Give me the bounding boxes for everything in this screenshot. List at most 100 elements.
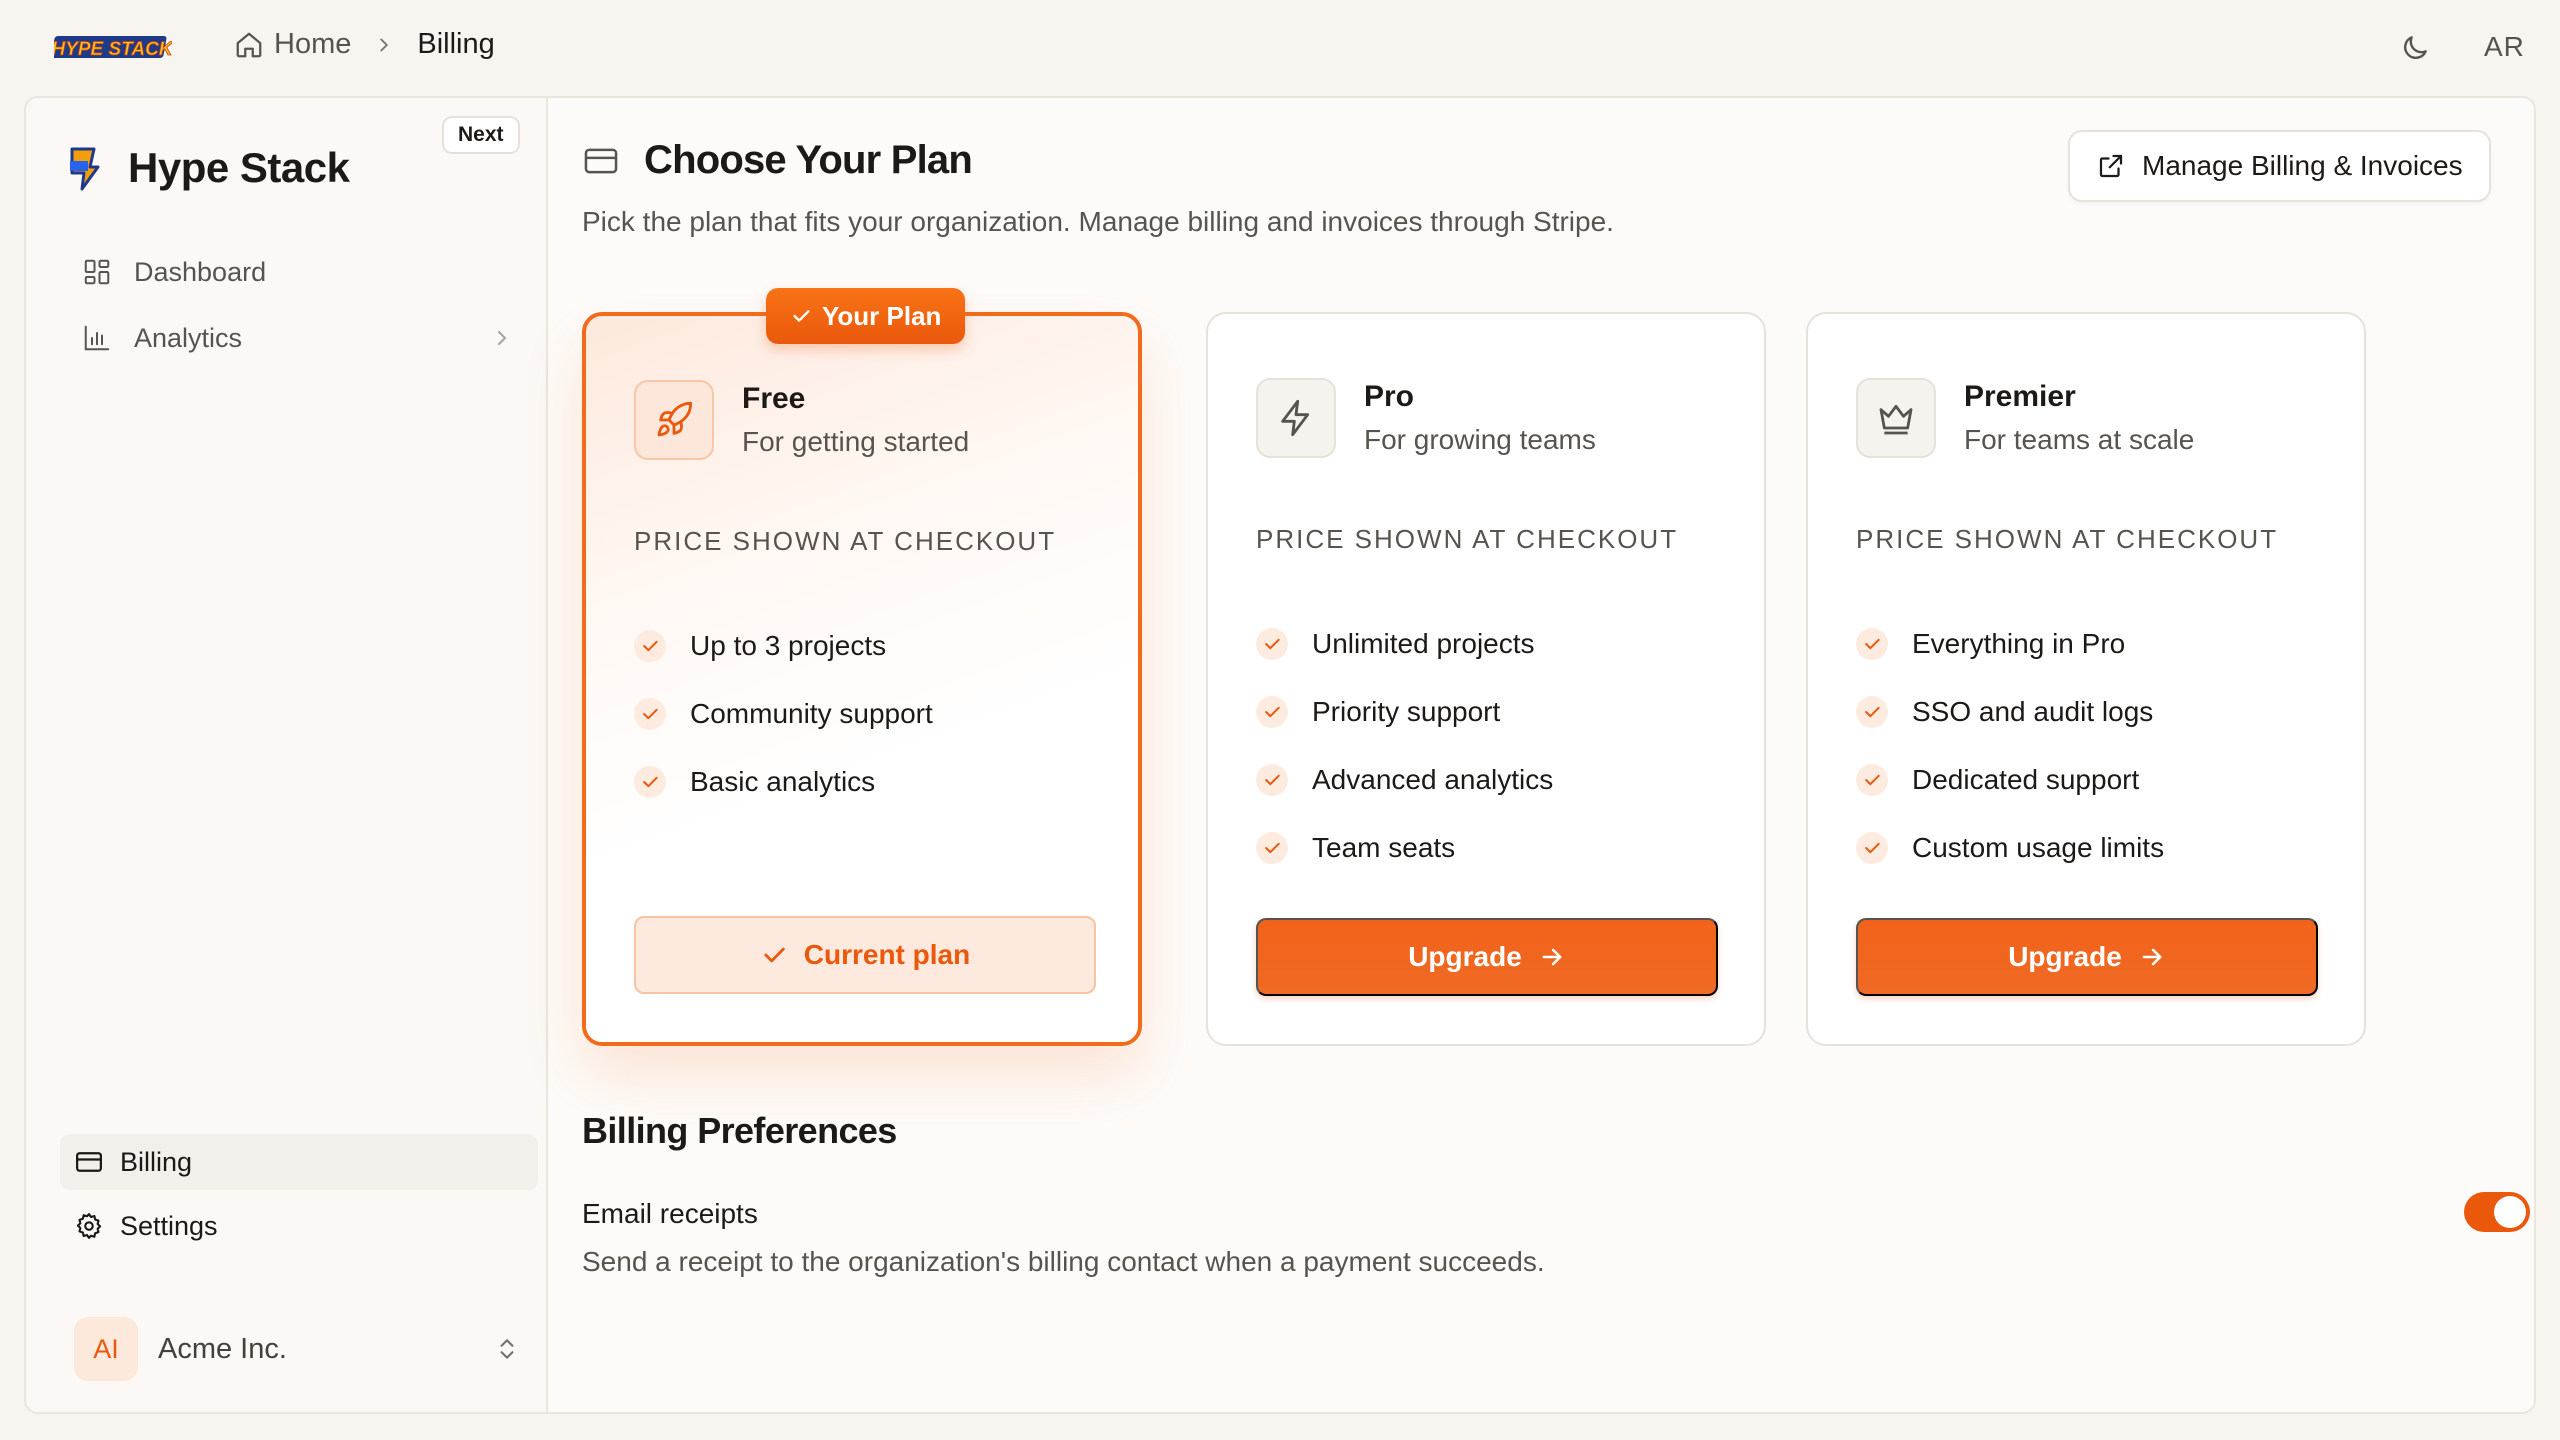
- plan-card-pro: Pro For growing teams PRICE SHOWN AT CHE…: [1206, 312, 1766, 1046]
- plan-name: Pro: [1364, 380, 1415, 413]
- feature-label: Community support: [690, 698, 933, 729]
- sidebar-item-label: Dashboard: [134, 256, 267, 287]
- check-icon: [793, 310, 810, 322]
- feature-list: Unlimited projects Priority support Adva…: [1256, 610, 1553, 882]
- sidebar-item-dashboard[interactable]: Dashboard: [82, 244, 522, 300]
- plan-tagline: For getting started: [742, 426, 970, 457]
- main-content: Choose Your Plan Pick the plan that fits…: [582, 98, 2530, 1412]
- plan-price: PRICE SHOWN AT CHECKOUT: [634, 526, 1057, 556]
- arrow-right-icon: [1542, 948, 1562, 966]
- page-title: Choose Your Plan: [644, 138, 973, 182]
- breadcrumb-home[interactable]: Home: [234, 28, 351, 61]
- theme-toggle-button[interactable]: [2395, 28, 2435, 68]
- plan-tagline: For teams at scale: [1964, 424, 2195, 455]
- org-switcher[interactable]: AI Acme Inc.: [74, 1316, 524, 1382]
- check-icon: [1256, 832, 1288, 864]
- check-icon: [634, 698, 666, 730]
- feature-item: Community support: [634, 680, 933, 748]
- plan-tagline: For growing teams: [1364, 424, 1596, 455]
- breadcrumb-current: Billing: [417, 28, 495, 60]
- plan-card-premier: Premier For teams at scale PRICE SHOWN A…: [1806, 312, 2366, 1046]
- feature-label: Unlimited projects: [1312, 628, 1535, 659]
- brand-name: Hype Stack: [128, 144, 350, 191]
- your-plan-badge: Your Plan: [766, 288, 966, 344]
- feature-list: Up to 3 projects Community support Basic…: [634, 612, 933, 816]
- check-icon: [1856, 764, 1888, 796]
- feature-list: Everything in Pro SSO and audit logs Ded…: [1856, 610, 2164, 882]
- check-icon: [764, 947, 785, 963]
- sidebar-item-label: Analytics: [134, 322, 243, 353]
- hype-stack-logo[interactable]: HYPE STACK: [54, 30, 172, 64]
- feature-label: Everything in Pro: [1912, 628, 2126, 659]
- email-receipts-label: Email receipts: [582, 1198, 758, 1229]
- plan-price: PRICE SHOWN AT CHECKOUT: [1256, 524, 1679, 554]
- sidebar-item-label: Billing: [120, 1146, 193, 1177]
- manage-billing-label: Manage Billing & Invoices: [2142, 150, 2463, 181]
- credit-card-icon: [584, 148, 618, 173]
- org-name: Acme Inc.: [158, 1332, 287, 1365]
- external-link-icon: [2099, 154, 2123, 178]
- org-avatar: AI: [74, 1317, 138, 1381]
- plan-header: Free For getting started: [634, 380, 969, 460]
- plan-price: PRICE SHOWN AT CHECKOUT: [1856, 524, 2279, 554]
- breadcrumb: Home Billing: [234, 28, 495, 61]
- sidebar: Hype Stack Next Dashboard Analytics Bill…: [26, 98, 548, 1412]
- dashboard-icon: [84, 259, 110, 285]
- toggle-knob: [2494, 1196, 2526, 1228]
- sidebar-item-label: Settings: [120, 1210, 218, 1241]
- page-subtitle: Pick the plan that fits your organizatio…: [582, 206, 1614, 237]
- moon-icon: [2404, 36, 2427, 59]
- sidebar-item-settings[interactable]: Settings: [60, 1198, 538, 1254]
- sidebar-nav-top: Dashboard Analytics: [82, 244, 522, 376]
- rocket-icon: [634, 380, 714, 460]
- plan-name: Premier: [1964, 380, 2076, 413]
- feature-item: Dedicated support: [1856, 746, 2164, 814]
- check-icon: [634, 630, 666, 662]
- page-header: Choose Your Plan: [582, 138, 973, 183]
- feature-item: Up to 3 projects: [634, 612, 933, 680]
- plan-name: Free: [742, 382, 806, 415]
- email-receipts-toggle[interactable]: [2464, 1192, 2530, 1232]
- sidebar-item-billing[interactable]: Billing: [60, 1134, 538, 1190]
- your-plan-badge-label: Your Plan: [822, 300, 942, 331]
- check-icon: [634, 766, 666, 798]
- plan-header: Pro For growing teams: [1256, 378, 1596, 458]
- hype-stack-brand-icon: [70, 147, 100, 191]
- top-bar: HYPE STACK Home Billing AR: [0, 0, 2560, 96]
- feature-item: Custom usage limits: [1856, 814, 2164, 882]
- plan-card-free: Your Plan Free For getting started PRICE…: [582, 288, 1142, 1046]
- manage-billing-button[interactable]: Manage Billing & Invoices: [2068, 130, 2491, 202]
- sidebar-item-analytics[interactable]: Analytics: [82, 310, 522, 366]
- feature-label: Basic analytics: [690, 766, 876, 797]
- feature-label: SSO and audit logs: [1912, 696, 2154, 727]
- plan-header: Premier For teams at scale: [1856, 378, 2194, 458]
- bar-chart-icon: [84, 325, 110, 351]
- upgrade-label: Upgrade: [1408, 941, 1522, 972]
- gear-icon: [76, 1213, 102, 1239]
- feature-item: Basic analytics: [634, 748, 933, 816]
- breadcrumb-home-label: Home: [274, 28, 352, 60]
- check-icon: [1856, 628, 1888, 660]
- current-plan-label: Current plan: [803, 939, 971, 970]
- lightning-icon: [1256, 378, 1336, 458]
- user-avatar[interactable]: AR: [2484, 31, 2525, 63]
- feature-item: Unlimited projects: [1256, 610, 1553, 678]
- svg-text:HYPE STACK: HYPE STACK: [54, 39, 172, 60]
- feature-label: Advanced analytics: [1312, 764, 1554, 795]
- sidebar-nav-bottom: Billing Settings: [60, 1134, 538, 1262]
- check-icon: [1256, 628, 1288, 660]
- feature-label: Priority support: [1312, 696, 1501, 727]
- upgrade-label: Upgrade: [2008, 941, 2122, 972]
- billing-preferences-title: Billing Preferences: [582, 1110, 897, 1151]
- upgrade-pro-button[interactable]: Upgrade: [1256, 918, 1718, 996]
- current-plan-button[interactable]: Current plan: [634, 916, 1096, 994]
- feature-item: Everything in Pro: [1856, 610, 2164, 678]
- chevron-right-icon: [373, 34, 395, 56]
- feature-label: Dedicated support: [1912, 764, 2140, 795]
- upgrade-premier-button[interactable]: Upgrade: [1856, 918, 2318, 996]
- sidebar-brand[interactable]: Hype Stack: [64, 144, 350, 192]
- app-frame: Hype Stack Next Dashboard Analytics Bill…: [24, 96, 2536, 1414]
- feature-label: Up to 3 projects: [690, 630, 887, 661]
- chevrons-up-down-icon: [500, 1339, 514, 1359]
- check-icon: [1256, 764, 1288, 796]
